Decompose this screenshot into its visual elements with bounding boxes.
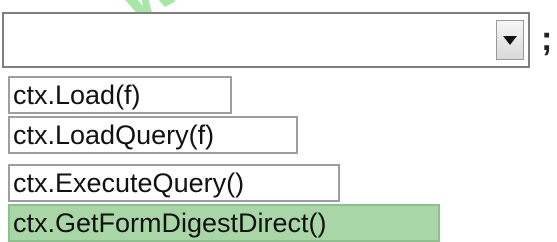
option-label: ctx.LoadQuery(f) [13, 120, 215, 150]
option-label: ctx.GetFormDigestDirect() [13, 208, 327, 238]
option-label: ctx.Load(f) [13, 80, 141, 110]
option-label: ctx.ExecuteQuery() [13, 168, 245, 198]
option-item-load[interactable]: ctx.Load(f) [8, 76, 232, 114]
chevron-down-icon [503, 35, 517, 45]
option-item-get-form-digest-direct[interactable]: ctx.GetFormDigestDirect() [8, 204, 440, 242]
answer-dropdown[interactable] [2, 12, 530, 68]
dropdown-arrow-button[interactable] [496, 20, 524, 60]
statement-terminator: ; [541, 20, 553, 58]
option-item-execute-query[interactable]: ctx.ExecuteQuery() [8, 164, 340, 202]
option-item-load-query[interactable]: ctx.LoadQuery(f) [8, 116, 298, 154]
